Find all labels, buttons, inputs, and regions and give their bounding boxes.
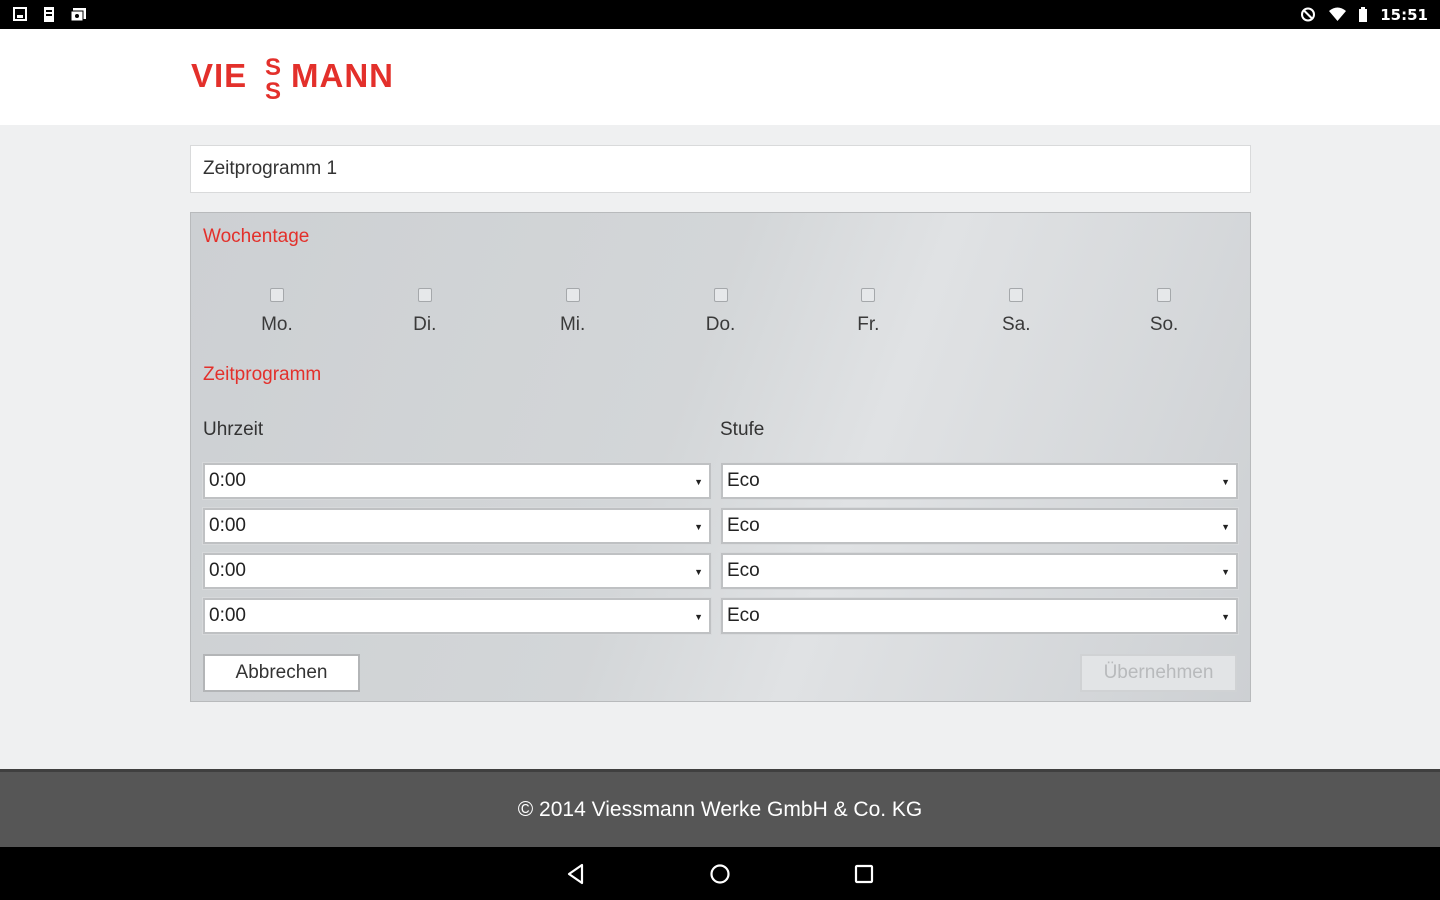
status-bar: 15:51 <box>0 0 1440 29</box>
copyright-text: © 2014 Viessmann Werke GmbH & Co. KG <box>517 797 923 821</box>
apply-button[interactable]: Übernehmen <box>1080 654 1237 692</box>
status-time: 15:51 <box>1380 5 1428 24</box>
day-saturday[interactable]: Sa. <box>942 288 1090 348</box>
svg-text:MANN: MANN <box>291 57 394 94</box>
do-not-disturb-icon <box>1300 7 1317 22</box>
dropdown-arrow-icon: ▼ <box>694 477 703 487</box>
time-select-value: 0:00 <box>209 560 246 581</box>
level-select-value: Eco <box>727 470 760 491</box>
schedule-panel: Wochentage Mo. Di. Mi. Do. Fr. Sa. So. Z… <box>190 212 1251 702</box>
time-select[interactable]: 0:00 ▼ <box>203 463 711 499</box>
recent-apps-icon[interactable] <box>847 857 881 891</box>
level-select[interactable]: Eco ▼ <box>721 598 1238 634</box>
level-select[interactable]: Eco ▼ <box>721 463 1238 499</box>
navigation-bar <box>0 847 1440 900</box>
main-content: Zeitprogramm 1 Wochentage Mo. Di. Mi. Do… <box>0 125 1440 769</box>
day-sunday[interactable]: So. <box>1090 288 1238 348</box>
viessmann-logo: VIE S S MANN <box>191 51 421 105</box>
schedule-title: Zeitprogramm <box>203 364 322 385</box>
dropdown-arrow-icon: ▼ <box>1221 567 1230 577</box>
day-tuesday[interactable]: Di. <box>351 288 499 348</box>
weekday-checkboxes: Mo. Di. Mi. Do. Fr. Sa. So. <box>203 288 1238 348</box>
time-select-value: 0:00 <box>209 470 246 491</box>
program-name-value: Zeitprogramm 1 <box>203 158 338 179</box>
day-monday[interactable]: Mo. <box>203 288 351 348</box>
day-thursday[interactable]: Do. <box>647 288 795 348</box>
level-select[interactable]: Eco ▼ <box>721 508 1238 544</box>
level-select-value: Eco <box>727 605 760 626</box>
day-wednesday-checkbox[interactable] <box>565 288 580 302</box>
schedule-row: 0:00 ▼ Eco ▼ <box>203 553 1238 589</box>
level-column-header: Stufe <box>720 419 765 440</box>
wifi-icon <box>1329 7 1347 22</box>
day-sunday-label: So. <box>1149 314 1179 335</box>
level-select-value: Eco <box>727 515 760 536</box>
dropdown-arrow-icon: ▼ <box>694 612 703 622</box>
time-select[interactable]: 0:00 ▼ <box>203 553 711 589</box>
dropdown-arrow-icon: ▼ <box>1221 522 1230 532</box>
schedule-row: 0:00 ▼ Eco ▼ <box>203 508 1238 544</box>
day-sunday-checkbox[interactable] <box>1157 288 1172 302</box>
time-select-value: 0:00 <box>209 605 246 626</box>
time-select[interactable]: 0:00 ▼ <box>203 508 711 544</box>
day-saturday-label: Sa. <box>1001 314 1031 335</box>
svg-text:S: S <box>265 54 281 81</box>
day-friday-label: Fr. <box>857 314 880 335</box>
day-tuesday-checkbox[interactable] <box>417 288 432 302</box>
day-saturday-checkbox[interactable] <box>1009 288 1024 302</box>
dropdown-arrow-icon: ▼ <box>1221 612 1230 622</box>
dropdown-arrow-icon: ▼ <box>694 567 703 577</box>
schedule-row: 0:00 ▼ Eco ▼ <box>203 598 1238 634</box>
time-select-value: 0:00 <box>209 515 246 536</box>
day-thursday-label: Do. <box>705 314 736 335</box>
day-friday[interactable]: Fr. <box>794 288 942 348</box>
back-icon[interactable] <box>559 857 593 891</box>
day-wednesday-label: Mi. <box>559 314 586 335</box>
level-select[interactable]: Eco ▼ <box>721 553 1238 589</box>
sd-card-icon <box>41 7 58 22</box>
photos-icon <box>70 7 87 22</box>
weekdays-title: Wochentage <box>203 226 310 247</box>
day-monday-label: Mo. <box>261 314 293 335</box>
svg-text:S: S <box>265 78 281 103</box>
time-column-header: Uhrzeit <box>203 419 264 440</box>
program-name-field[interactable]: Zeitprogramm 1 <box>190 145 1251 193</box>
time-select[interactable]: 0:00 ▼ <box>203 598 711 634</box>
download-notification-icon <box>12 7 29 22</box>
day-wednesday[interactable]: Mi. <box>499 288 647 348</box>
day-tuesday-label: Di. <box>413 314 437 335</box>
footer: © 2014 Viessmann Werke GmbH & Co. KG <box>0 769 1440 847</box>
home-icon[interactable] <box>703 857 737 891</box>
dropdown-arrow-icon: ▼ <box>694 522 703 532</box>
dropdown-arrow-icon: ▼ <box>1221 477 1230 487</box>
day-thursday-checkbox[interactable] <box>713 288 728 302</box>
day-friday-checkbox[interactable] <box>861 288 876 302</box>
cancel-button[interactable]: Abbrechen <box>203 654 360 692</box>
battery-icon <box>1358 7 1368 22</box>
svg-text:VIE: VIE <box>191 57 247 94</box>
level-select-value: Eco <box>727 560 760 581</box>
day-monday-checkbox[interactable] <box>269 288 284 302</box>
schedule-row: 0:00 ▼ Eco ▼ <box>203 463 1238 499</box>
app-header: VIE S S MANN <box>0 29 1440 125</box>
